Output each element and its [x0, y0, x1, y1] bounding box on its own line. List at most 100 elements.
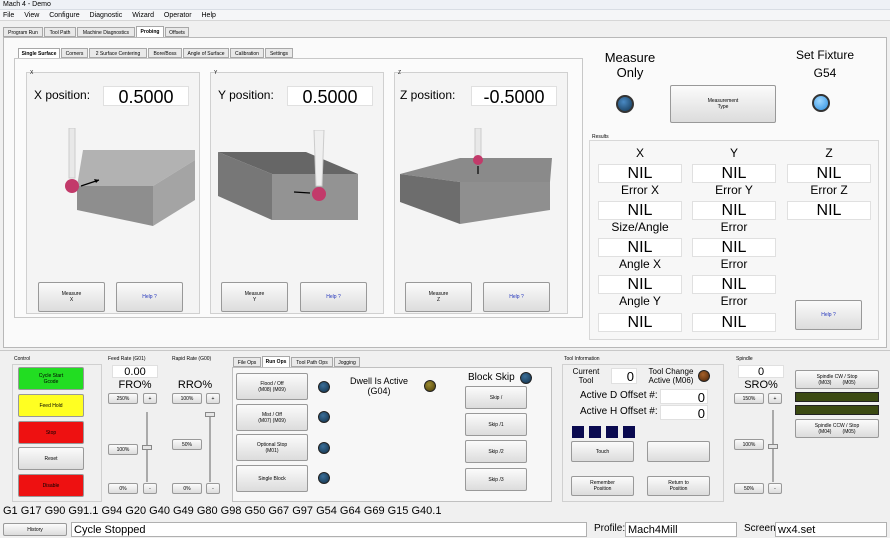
rro-0-button[interactable]: 0% [172, 483, 202, 494]
fro-100-button[interactable]: 100% [108, 444, 138, 455]
rro-50-button[interactable]: 50% [172, 439, 202, 450]
blank-tool-button[interactable] [647, 441, 710, 462]
tab-jogging[interactable]: Jogging [334, 357, 360, 367]
measure-z-button[interactable]: Measure Z [405, 282, 472, 312]
sro-plus-button[interactable]: + [768, 393, 782, 404]
measure-only-led[interactable] [616, 95, 634, 113]
tab-2-surface-centering[interactable]: 2 Surface Centering [89, 48, 147, 58]
tab-settings[interactable]: Settings [265, 48, 293, 58]
spindle-cw-button[interactable]: Spindle CW / Stop (M03) (M05) [795, 370, 879, 389]
skip-button[interactable]: Skip / [465, 386, 527, 409]
return-to-position-button[interactable]: Return to Position [647, 476, 710, 496]
fro-250-button[interactable]: 250% [108, 393, 138, 404]
x-probe-illustration [65, 128, 195, 226]
fro-slider-thumb[interactable] [142, 444, 152, 450]
z-position-label: Z position: [400, 88, 456, 102]
tool-indicator-1 [572, 426, 584, 438]
tab-single-surface[interactable]: Single Surface [18, 48, 60, 58]
rro-slider-track[interactable] [209, 412, 211, 482]
set-fixture-value: G54 [813, 66, 837, 80]
result-z-value: NIL [787, 164, 871, 183]
set-fixture-led[interactable] [812, 94, 830, 112]
window-title: Mach 4 - Demo [0, 0, 890, 10]
menu-help[interactable]: Help [202, 12, 216, 19]
tab-file-ops[interactable]: File Ops [233, 357, 261, 367]
measure-x-button[interactable]: Measure X [38, 282, 105, 312]
rro-slider-thumb[interactable] [205, 412, 215, 417]
stop-button[interactable]: Stop [18, 421, 84, 444]
result-angle-x-value: NIL [598, 275, 682, 294]
sro-150-button[interactable]: 150% [734, 393, 764, 404]
menu-file[interactable]: File [3, 12, 14, 19]
screen-value: wx4.set [775, 522, 887, 537]
tab-offsets[interactable]: Offsets [165, 27, 189, 37]
tab-run-ops[interactable]: Run Ops [262, 356, 290, 367]
result-error-z-value: NIL [787, 201, 871, 220]
menu-wizard[interactable]: Wizard [132, 12, 154, 19]
fro-0-button[interactable]: 0% [108, 483, 138, 494]
help-x-button[interactable]: Help ? [116, 282, 183, 312]
profile-value: Mach4Mill [625, 522, 737, 537]
result-x-label: X [635, 146, 644, 160]
sro-minus-button[interactable]: - [768, 483, 782, 494]
touch-button[interactable]: Touch [571, 441, 634, 462]
spindle-ccw-button[interactable]: Spindle CCW / Stop (M04) (M05) [795, 419, 879, 438]
menu-view[interactable]: View [24, 12, 39, 19]
fro-plus-button[interactable]: + [143, 393, 157, 404]
result-size-angle-label: Size/Angle [611, 220, 669, 234]
tab-corners[interactable]: Corners [61, 48, 88, 58]
help-z-button[interactable]: Help ? [483, 282, 550, 312]
flood-button[interactable]: Flood / Off (M08) (M09) [236, 373, 308, 400]
history-button[interactable]: History [3, 523, 67, 536]
reset-button[interactable]: Reset [18, 447, 84, 470]
tab-machine-diagnostics[interactable]: Machine Diagnostics [77, 27, 135, 37]
cycle-start-button[interactable]: Cycle Start Gcode [18, 367, 84, 390]
tab-calibration[interactable]: Calibration [230, 48, 264, 58]
tab-probing[interactable]: Probing [136, 26, 164, 37]
sro-100-button[interactable]: 100% [734, 439, 764, 450]
remember-position-button[interactable]: Remember Position [571, 476, 634, 496]
control-title: Control [14, 356, 31, 362]
h-offset-value: 0 [660, 405, 708, 421]
tab-program-run[interactable]: Program Run [3, 27, 43, 37]
single-block-button[interactable]: Single Block [236, 465, 308, 492]
tab-tool-path[interactable]: Tool Path [44, 27, 76, 37]
rro-100-button[interactable]: 100% [172, 393, 202, 404]
tab-angle-of-surface[interactable]: Angle of Surface [183, 48, 229, 58]
spindle-ccw-indicator [795, 405, 879, 415]
z-probe-illustration [400, 128, 552, 224]
d-offset-value: 0 [660, 389, 708, 405]
feed-hold-button[interactable]: Feed Hold [18, 394, 84, 417]
sro-50-button[interactable]: 50% [734, 483, 764, 494]
block-skip-led [520, 372, 532, 384]
tab-tool-path-ops[interactable]: Tool Path Ops [291, 357, 333, 367]
menu-bar: File View Configure Diagnostic Wizard Op… [0, 10, 890, 21]
disable-button[interactable]: Disable [18, 474, 84, 497]
fro-minus-button[interactable]: - [143, 483, 157, 494]
h-offset-label: Active H Offset #: [580, 406, 658, 417]
result-error-z-label: Error Z [810, 183, 848, 197]
menu-operator[interactable]: Operator [164, 12, 192, 19]
tool-indicator-4 [623, 426, 635, 438]
sro-slider-thumb[interactable] [768, 443, 778, 449]
help-y-button[interactable]: Help ? [300, 282, 367, 312]
rro-plus-button[interactable]: + [206, 393, 220, 404]
current-tool-label: Current Tool [572, 367, 600, 385]
tab-bore-boss[interactable]: Bore/Boss [148, 48, 182, 58]
mist-led [318, 411, 330, 423]
skip-3-button[interactable]: Skip /3 [465, 468, 527, 491]
skip-1-button[interactable]: Skip /1 [465, 413, 527, 436]
menu-configure[interactable]: Configure [49, 12, 79, 19]
optional-stop-button[interactable]: Optional Stop (M01) [236, 434, 308, 461]
skip-2-button[interactable]: Skip /2 [465, 440, 527, 463]
rro-minus-button[interactable]: - [206, 483, 220, 494]
measure-y-button[interactable]: Measure Y [221, 282, 288, 312]
results-help-button[interactable]: Help ? [795, 300, 862, 330]
result-angle-y-label: Angle Y [619, 294, 661, 308]
menu-diagnostic[interactable]: Diagnostic [90, 12, 123, 19]
y-position-value: 0.5000 [287, 86, 373, 107]
tool-change-led [698, 370, 710, 382]
measurement-type-button[interactable]: Measurement Type [670, 85, 776, 123]
results-title: Results [592, 134, 609, 140]
mist-button[interactable]: Mist / Off (M07) (M09) [236, 404, 308, 431]
